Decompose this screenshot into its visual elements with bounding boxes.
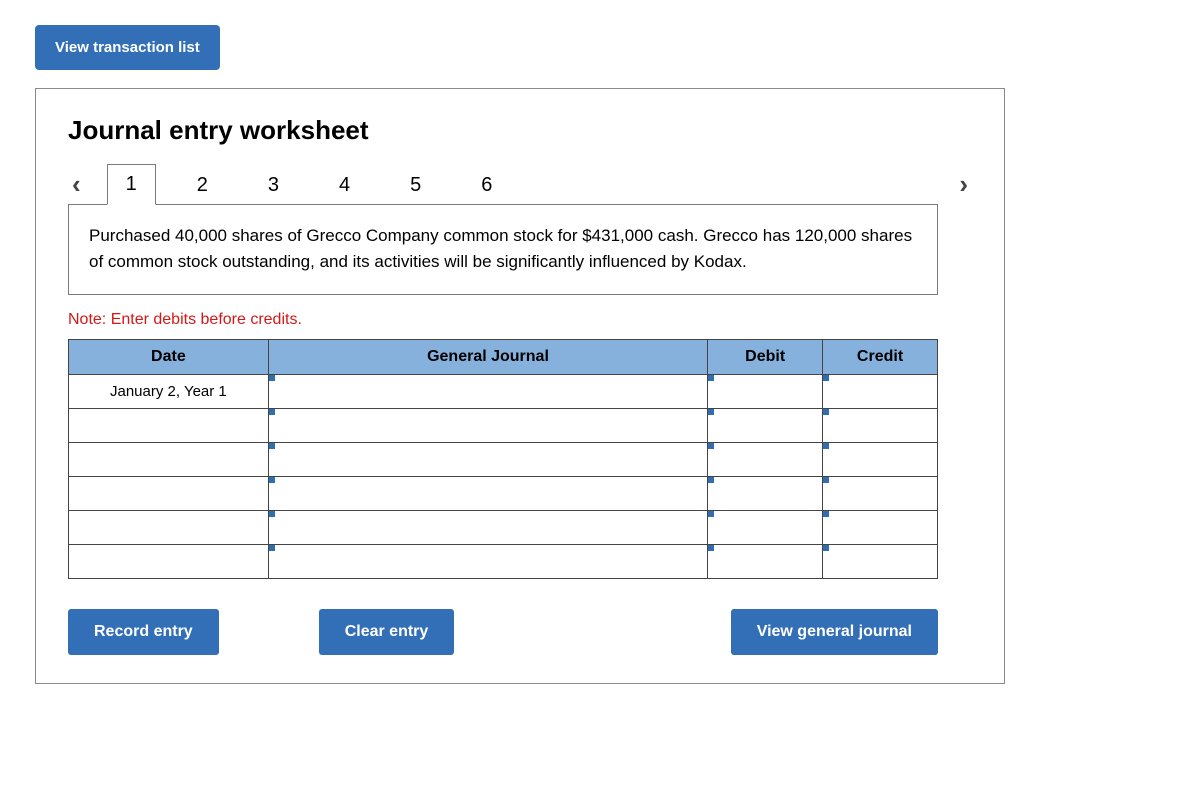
cell-gj[interactable] xyxy=(268,511,707,545)
view-general-journal-button[interactable]: View general journal xyxy=(731,609,938,655)
cell-date[interactable] xyxy=(69,511,269,545)
col-header-debit: Debit xyxy=(708,340,823,375)
cell-gj[interactable] xyxy=(268,545,707,579)
cell-credit[interactable] xyxy=(823,477,938,511)
cell-date[interactable] xyxy=(69,477,269,511)
table-row xyxy=(69,443,938,477)
cell-date[interactable] xyxy=(69,409,269,443)
tab-1[interactable]: 1 xyxy=(107,164,156,205)
cell-gj[interactable] xyxy=(268,443,707,477)
table-row: January 2, Year 1 xyxy=(69,375,938,409)
tab-5[interactable]: 5 xyxy=(391,165,440,205)
cell-debit[interactable] xyxy=(708,477,823,511)
cell-debit[interactable] xyxy=(708,375,823,409)
tab-6[interactable]: 6 xyxy=(462,165,511,205)
tab-2[interactable]: 2 xyxy=(178,165,227,205)
journal-entry-panel: Journal entry worksheet ‹ 1 2 3 4 5 6 › … xyxy=(35,88,1005,684)
chevron-right-icon[interactable]: › xyxy=(955,169,972,200)
cell-credit[interactable] xyxy=(823,409,938,443)
cell-debit[interactable] xyxy=(708,443,823,477)
cell-credit[interactable] xyxy=(823,545,938,579)
table-row xyxy=(69,511,938,545)
actions-row: Record entry Clear entry View general jo… xyxy=(68,609,938,655)
tabs-row: ‹ 1 2 3 4 5 6 › xyxy=(68,164,972,205)
table-row xyxy=(69,477,938,511)
cell-debit[interactable] xyxy=(708,409,823,443)
col-header-date: Date xyxy=(69,340,269,375)
table-row xyxy=(69,545,938,579)
page-title: Journal entry worksheet xyxy=(68,115,972,146)
col-header-gj: General Journal xyxy=(268,340,707,375)
cell-debit[interactable] xyxy=(708,511,823,545)
cell-date[interactable] xyxy=(69,443,269,477)
cell-gj[interactable] xyxy=(268,409,707,443)
cell-date[interactable] xyxy=(69,545,269,579)
clear-entry-button[interactable]: Clear entry xyxy=(319,609,455,655)
view-transaction-list-button[interactable]: View transaction list xyxy=(35,25,220,70)
tab-4[interactable]: 4 xyxy=(320,165,369,205)
table-row xyxy=(69,409,938,443)
cell-gj[interactable] xyxy=(268,375,707,409)
cell-gj[interactable] xyxy=(268,477,707,511)
cell-credit[interactable] xyxy=(823,511,938,545)
note-text: Note: Enter debits before credits. xyxy=(68,311,972,329)
cell-credit[interactable] xyxy=(823,375,938,409)
record-entry-button[interactable]: Record entry xyxy=(68,609,219,655)
chevron-left-icon[interactable]: ‹ xyxy=(68,169,85,200)
col-header-credit: Credit xyxy=(823,340,938,375)
transaction-description: Purchased 40,000 shares of Grecco Compan… xyxy=(68,204,938,295)
journal-table: Date General Journal Debit Credit Januar… xyxy=(68,339,938,579)
cell-debit[interactable] xyxy=(708,545,823,579)
tab-3[interactable]: 3 xyxy=(249,165,298,205)
cell-credit[interactable] xyxy=(823,443,938,477)
cell-date[interactable]: January 2, Year 1 xyxy=(69,375,269,409)
